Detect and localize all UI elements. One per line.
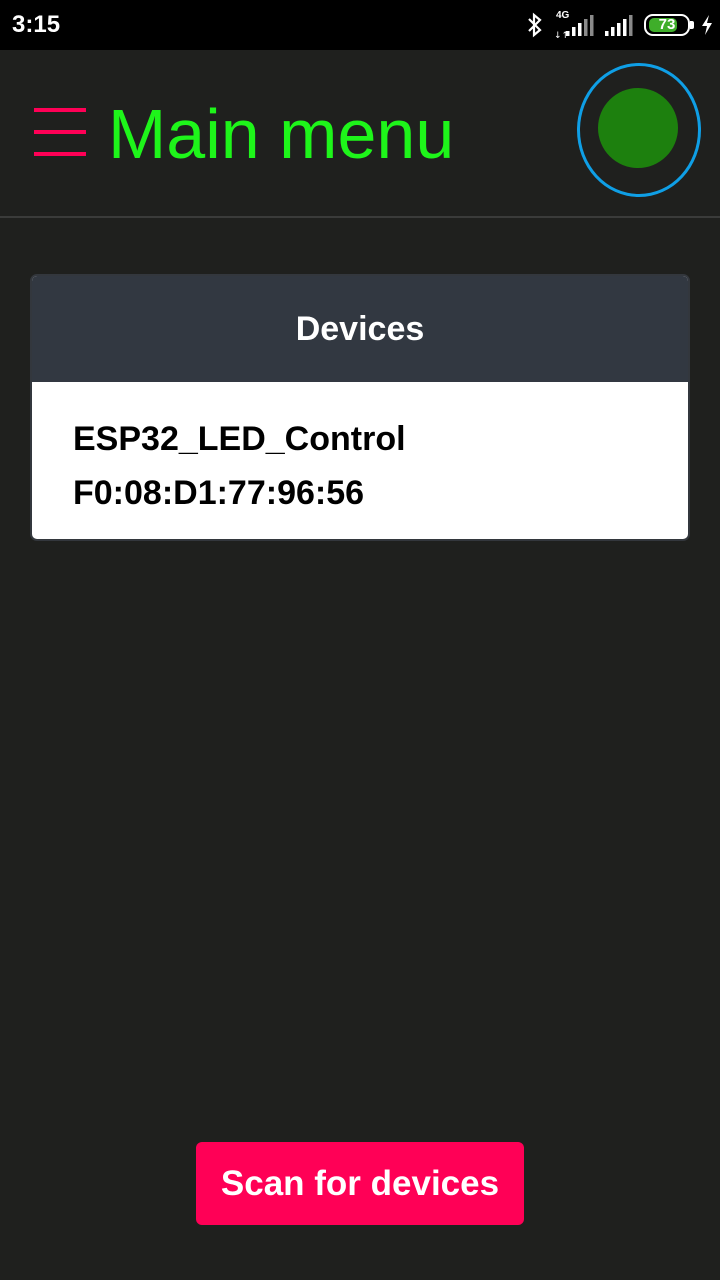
page-title: Main menu (108, 95, 455, 173)
devices-card-header: Devices (32, 276, 688, 382)
battery-icon: 73 (644, 14, 694, 36)
battery-percent: 73 (658, 16, 676, 33)
device-name: ESP32_LED_Control (73, 420, 406, 458)
connection-status-indicator[interactable] (577, 63, 701, 197)
charging-icon (702, 15, 712, 35)
signal-icon (605, 15, 633, 36)
status-time: 3:15 (12, 11, 61, 38)
hamburger-menu-icon[interactable] (34, 106, 88, 160)
devices-card: Devices ESP32_LED_Control F0:08:D1:77:96… (30, 274, 690, 541)
signal-icon: 4G ↓↑ (554, 10, 594, 40)
device-address: F0:08:D1:77:96:56 (73, 474, 365, 512)
bluetooth-icon (528, 12, 542, 38)
app-header: Main menu (0, 50, 720, 218)
status-bar: 3:15 4G ↓↑ 73 (0, 0, 720, 50)
status-icons: 4G ↓↑ 73 (526, 10, 714, 40)
devices-card-title: Devices (295, 309, 425, 348)
connection-status-dot (598, 88, 678, 168)
network-type-label: 4G (556, 10, 570, 21)
device-list-item[interactable]: ESP32_LED_Control F0:08:D1:77:96:56 (32, 382, 688, 520)
scan-for-devices-button[interactable]: Scan for devices (196, 1142, 524, 1225)
